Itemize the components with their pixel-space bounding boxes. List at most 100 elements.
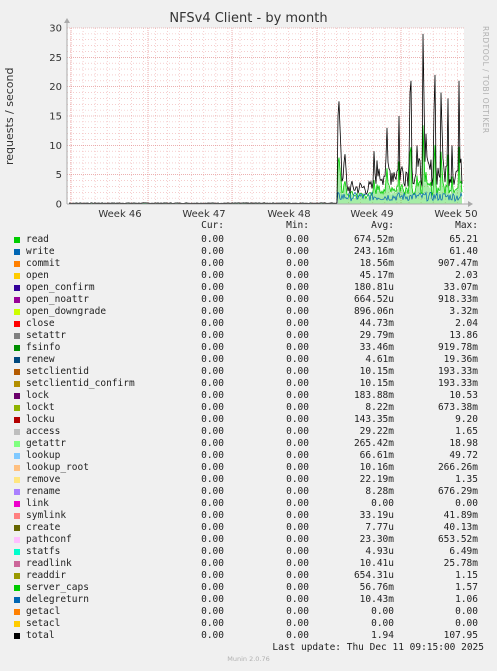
legend-label: symlink bbox=[26, 510, 67, 521]
legend-value-cur: 0.00 bbox=[201, 510, 224, 521]
legend-label: pathconf bbox=[26, 534, 72, 545]
legend-value-avg: 29.22m bbox=[359, 426, 394, 437]
legend-swatch bbox=[14, 573, 20, 579]
legend-value-cur: 0.00 bbox=[201, 450, 224, 461]
legend-label: readlink bbox=[26, 558, 72, 569]
legend-value-cur: 0.00 bbox=[201, 378, 224, 389]
legend-value-max: 907.47m bbox=[437, 258, 478, 269]
legend-row: link 0.00 0.00 0.00 0.00 bbox=[0, 498, 497, 510]
legend-value-avg: 23.30m bbox=[359, 534, 394, 545]
legend-value-cur: 0.00 bbox=[201, 618, 224, 629]
y-tick-label: 25 bbox=[49, 53, 62, 64]
legend-swatch bbox=[14, 477, 20, 483]
legend-swatch bbox=[14, 369, 20, 375]
legend-value-avg: 33.19u bbox=[359, 510, 394, 521]
legend-value-max: 0.00 bbox=[455, 618, 478, 629]
legend-row: delegreturn 0.00 0.00 10.43m 1.06 bbox=[0, 594, 497, 606]
legend-value-cur: 0.00 bbox=[201, 498, 224, 509]
legend-value-min: 0.00 bbox=[286, 570, 309, 581]
legend-value-min: 0.00 bbox=[286, 438, 309, 449]
legend-value-avg: 896.06n bbox=[353, 306, 394, 317]
legend-label: rename bbox=[26, 486, 61, 497]
legend-value-max: 9.20 bbox=[455, 414, 478, 425]
legend-value-max: 33.07m bbox=[443, 282, 478, 293]
y-tick-label: 0 bbox=[56, 200, 62, 211]
legend-value-avg: 4.93u bbox=[365, 546, 394, 557]
legend-label: open_confirm bbox=[26, 282, 95, 293]
legend-label: setattr bbox=[26, 330, 67, 341]
legend-value-avg: 18.56m bbox=[359, 258, 394, 269]
legend-value-avg: 674.52m bbox=[353, 234, 394, 245]
legend-row: getacl 0.00 0.00 0.00 0.00 bbox=[0, 606, 497, 618]
legend-value-min: 0.00 bbox=[286, 630, 309, 641]
legend-value-min: 0.00 bbox=[286, 342, 309, 353]
legend-value-max: 13.86 bbox=[449, 330, 478, 341]
legend-swatch bbox=[14, 621, 20, 627]
legend-swatch bbox=[14, 465, 20, 471]
legend-swatch bbox=[14, 525, 20, 531]
legend-value-min: 0.00 bbox=[286, 510, 309, 521]
legend-value-avg: 664.52u bbox=[353, 294, 394, 305]
legend-value-min: 0.00 bbox=[286, 594, 309, 605]
legend-row: lock 0.00 0.00 183.88m 10.53 bbox=[0, 390, 497, 402]
legend-swatch bbox=[14, 333, 20, 339]
legend-row: server_caps 0.00 0.00 56.76m 1.57 bbox=[0, 582, 497, 594]
legend-label: open bbox=[26, 270, 49, 281]
legend-label: commit bbox=[26, 258, 61, 269]
legend-value-max: 6.49m bbox=[449, 546, 478, 557]
legend-value-min: 0.00 bbox=[286, 330, 309, 341]
legend-row: getattr 0.00 0.00 265.42m 18.98 bbox=[0, 438, 497, 450]
legend-row: renew 0.00 0.00 4.61m 19.36m bbox=[0, 354, 497, 366]
legend-value-max: 676.29m bbox=[437, 486, 478, 497]
legend-row: lookup 0.00 0.00 66.61m 49.72 bbox=[0, 450, 497, 462]
legend-swatch bbox=[14, 345, 20, 351]
legend-value-max: 0.00 bbox=[455, 498, 478, 509]
legend-value-max: 673.38m bbox=[437, 402, 478, 413]
legend-value-min: 0.00 bbox=[286, 234, 309, 245]
legend-value-max: 918.33m bbox=[437, 294, 478, 305]
legend-value-max: 40.13m bbox=[443, 522, 478, 533]
legend-value-cur: 0.00 bbox=[201, 534, 224, 545]
legend-value-cur: 0.00 bbox=[201, 306, 224, 317]
legend-value-min: 0.00 bbox=[286, 354, 309, 365]
legend-value-max: 1.65 bbox=[455, 426, 478, 437]
legend-swatch bbox=[14, 585, 20, 591]
legend-label: server_caps bbox=[26, 582, 89, 593]
legend-value-min: 0.00 bbox=[286, 294, 309, 305]
legend-row: fsinfo 0.00 0.00 33.46m 919.78m bbox=[0, 342, 497, 354]
x-tick-label: Week 50 bbox=[434, 209, 477, 220]
legend-value-max: 2.03 bbox=[455, 270, 478, 281]
legend-swatch bbox=[14, 549, 20, 555]
legend-value-cur: 0.00 bbox=[201, 246, 224, 257]
legend-value-max: 653.52m bbox=[437, 534, 478, 545]
legend-value-cur: 0.00 bbox=[201, 558, 224, 569]
legend-value-avg: 8.22m bbox=[365, 402, 394, 413]
legend-value-avg: 33.46m bbox=[359, 342, 394, 353]
y-tick-label: 5 bbox=[56, 170, 62, 181]
legend-swatch bbox=[14, 285, 20, 291]
legend-row: setclientid 0.00 0.00 10.15m 193.33m bbox=[0, 366, 497, 378]
y-tick-label: 15 bbox=[49, 112, 62, 123]
legend-value-avg: 10.15m bbox=[359, 366, 394, 377]
legend-value-min: 0.00 bbox=[286, 282, 309, 293]
legend-row: readlink 0.00 0.00 10.41u 25.78m bbox=[0, 558, 497, 570]
header-max: Max: bbox=[455, 220, 478, 231]
legend-label: locku bbox=[26, 414, 55, 425]
legend-label: access bbox=[26, 426, 61, 437]
y-axis-arrow bbox=[64, 18, 70, 23]
legend-value-avg: 243.16m bbox=[353, 246, 394, 257]
legend-value-avg: 56.76m bbox=[359, 582, 394, 593]
legend-value-cur: 0.00 bbox=[201, 354, 224, 365]
legend-label: setclientid_confirm bbox=[26, 378, 135, 389]
legend-label: setacl bbox=[26, 618, 61, 629]
legend-value-cur: 0.00 bbox=[201, 546, 224, 557]
legend-swatch bbox=[14, 513, 20, 519]
legend-value-avg: 0.00 bbox=[371, 498, 394, 509]
legend-value-max: 49.72 bbox=[449, 450, 478, 461]
legend-label: renew bbox=[26, 354, 55, 365]
legend-value-min: 0.00 bbox=[286, 546, 309, 557]
legend-swatch bbox=[14, 357, 20, 363]
legend-row: setattr 0.00 0.00 29.79m 13.86 bbox=[0, 330, 497, 342]
legend-value-cur: 0.00 bbox=[201, 582, 224, 593]
legend-value-avg: 10.43m bbox=[359, 594, 394, 605]
